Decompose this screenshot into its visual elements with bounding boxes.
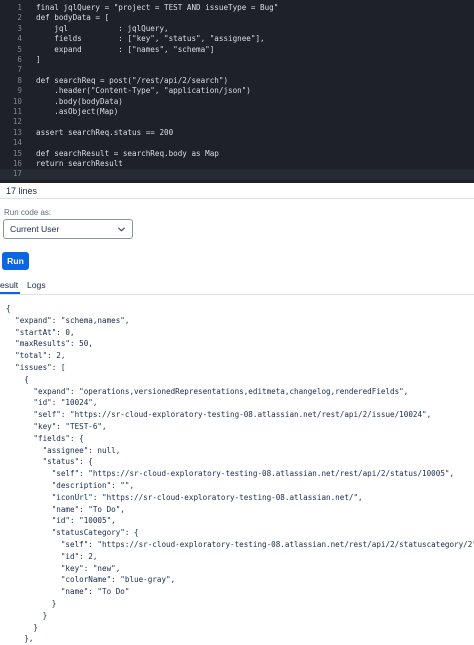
result-line: "key": "TEST-6",	[6, 422, 107, 431]
result-line: "total": 2,	[6, 351, 66, 361]
tabs-divider	[0, 294, 474, 295]
line-number: 9	[17, 86, 22, 96]
line-number: 6	[17, 55, 22, 64]
code-text: fields : ["key", "status", "assignee"],	[36, 34, 265, 44]
result-line: "colorName": "blue-gray",	[6, 575, 176, 585]
result-line: "self": "https://sr-cloud-exploratory-te…	[6, 469, 455, 479]
line-number: 17	[12, 169, 22, 179]
code-text: assert searchReq.status == 200	[36, 127, 174, 137]
result-line: "key": "new",	[6, 563, 121, 573]
result-line: "id": "10005",	[6, 516, 116, 526]
code-text: def bodyData = [	[36, 13, 110, 23]
result-line: "name": "To Do",	[6, 504, 125, 514]
line-number: 3	[17, 23, 22, 33]
code-line[interactable]: 2 def bodyData = [	[0, 13, 474, 23]
result-line: "fields": {	[6, 433, 84, 443]
result-line: "id": "10024",	[6, 398, 98, 408]
run-as-select[interactable]: Current User	[3, 219, 133, 239]
result-line: "expand": "operations,versionedRepresent…	[6, 386, 409, 396]
code-line[interactable]: 4 fields : ["key", "status", "assignee"]…	[0, 34, 474, 44]
code-line[interactable]: 10 .body(bodyData)	[0, 97, 474, 107]
result-line: "id": 2,	[6, 551, 98, 561]
result-line: "maxResults": 50,	[6, 339, 93, 349]
line-number: 4	[17, 34, 22, 44]
tab-logs[interactable]: Logs	[27, 280, 46, 290]
code-text: def searchReq = post("/rest/api/2/search…	[36, 75, 229, 85]
run-button[interactable]: Run	[2, 252, 29, 270]
line-number: 5	[17, 44, 22, 54]
code-text: expand : ["names", "schema"]	[36, 44, 215, 54]
result-line: {	[6, 304, 11, 313]
code-line[interactable]: 13 assert searchReq.status == 200	[0, 128, 474, 138]
code-line[interactable]: 5 expand : ["names", "schema"]	[0, 45, 474, 55]
line-number: 1	[17, 3, 22, 12]
result-line: "assignee": null,	[6, 445, 121, 455]
line-number: 11	[12, 107, 22, 116]
code-text: def searchResult = searchReq.body as Map	[36, 148, 219, 158]
line-count: 17 lines	[6, 186, 38, 196]
line-number: 2	[17, 13, 22, 23]
line-number: 12	[12, 117, 22, 127]
line-number: 10	[12, 96, 22, 106]
code-line[interactable]: 3 jql : jqlQuery,	[0, 24, 474, 34]
result-line: "iconUrl": "https://sr-cloud-exploratory…	[6, 492, 363, 502]
code-text: .body(bodyData)	[36, 96, 123, 106]
result-line: }	[6, 610, 48, 620]
code-line[interactable]: 16 return searchResult	[0, 159, 474, 169]
code-text: jql : jqlQuery,	[36, 23, 169, 33]
code-line[interactable]: 6]	[0, 55, 474, 65]
code-line[interactable]: 9 .header("Content-Type", "application/j…	[0, 86, 474, 96]
tab-result[interactable]: esult	[0, 280, 18, 290]
run-as-selected-value: Current User	[10, 224, 60, 234]
result-line: "description": "",	[6, 481, 135, 490]
code-line[interactable]: 8 def searchReq = post("/rest/api/2/searc…	[0, 76, 474, 86]
code-editor[interactable]: 1 final jqlQuery = "project = TEST AND is…	[0, 0, 474, 183]
code-text: final jqlQuery = "project = TEST AND iss…	[36, 3, 279, 12]
code-line[interactable]: 7	[0, 65, 474, 75]
code-text: return searchResult	[36, 159, 123, 168]
line-number: 8	[17, 75, 22, 85]
result-line: "issues": [	[6, 363, 66, 372]
code-line[interactable]: 1 final jqlQuery = "project = TEST AND is…	[0, 3, 474, 13]
result-line: }	[6, 599, 57, 608]
result-line: }	[6, 622, 39, 632]
result-line: },	[6, 634, 34, 644]
line-number: 16	[12, 159, 22, 168]
line-number: 15	[12, 148, 22, 158]
line-number: 14	[12, 138, 22, 148]
run-as-label: Run code as:	[4, 208, 52, 217]
code-line[interactable]: 12	[0, 117, 474, 127]
result-line: "expand": "schema,names",	[6, 315, 130, 325]
result-line: "self": "https://sr-cloud-exploratory-te…	[6, 540, 474, 549]
divider	[0, 198, 474, 199]
code-text: ]	[36, 55, 41, 64]
code-line[interactable]: 14	[0, 138, 474, 148]
code-text: .asObject(Map)	[36, 107, 119, 116]
result-line: {	[6, 374, 29, 384]
result-line: "self": "https://sr-cloud-exploratory-te…	[6, 410, 432, 420]
code-line[interactable]: 15 def searchResult = searchReq.body as M…	[0, 149, 474, 159]
result-line: "status": {	[6, 457, 93, 467]
code-line[interactable]: 17	[0, 169, 474, 180]
code-line[interactable]: 11 .asObject(Map)	[0, 107, 474, 117]
result-line: "statusCategory": {	[6, 528, 139, 538]
code-text: .header("Content-Type", "application/jso…	[36, 86, 251, 96]
line-number: 13	[12, 127, 22, 137]
result-line: "name": "To Do"	[6, 587, 130, 597]
chevron-down-icon	[118, 227, 125, 232]
line-number: 7	[17, 65, 22, 75]
result-line: "startAt": 0,	[6, 327, 75, 337]
